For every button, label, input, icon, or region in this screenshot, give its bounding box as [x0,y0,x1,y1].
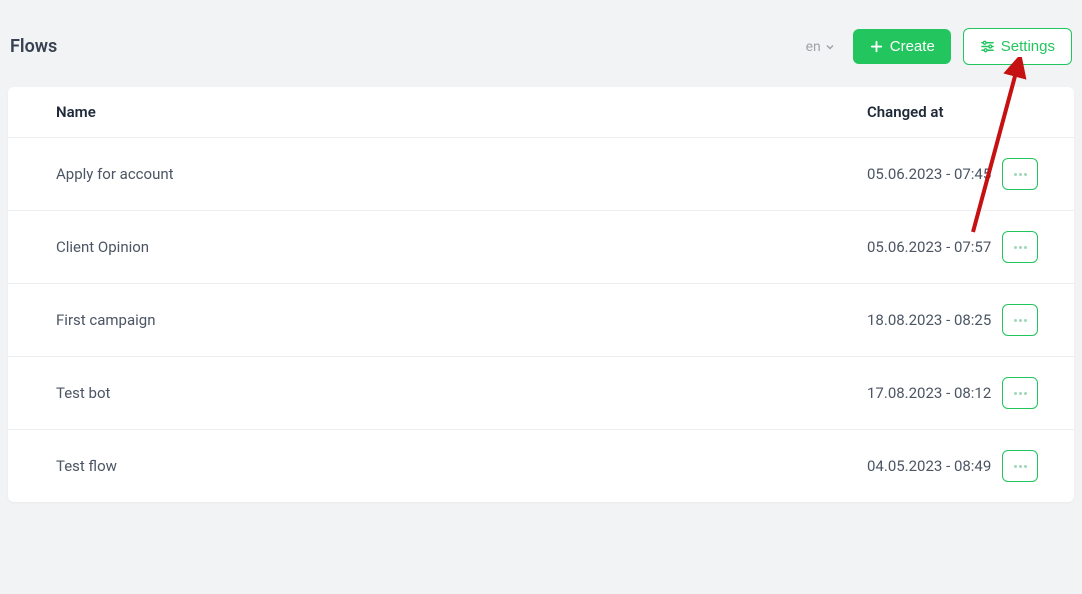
ellipsis-icon [1014,173,1027,176]
column-header-name: Name [8,103,867,121]
row-more-button[interactable] [1002,450,1038,482]
column-header-actions [1002,103,1074,121]
settings-button[interactable]: Settings [963,28,1072,65]
flows-table: Name Changed at Apply for account 05.06.… [8,87,1074,502]
row-changed-at: 05.06.2023 - 07:45 [867,164,1002,185]
page-header: Flows en Create Settings [0,0,1082,87]
row-name: Apply for account [8,165,867,183]
row-name: Client Opinion [8,238,867,256]
create-button-label: Create [890,38,935,55]
row-more-button[interactable] [1002,304,1038,336]
page-title: Flows [10,36,57,57]
settings-button-label: Settings [1001,38,1055,55]
row-changed-at: 05.06.2023 - 07:57 [867,237,1002,258]
sliders-icon [980,39,995,54]
header-actions: en Create Settings [800,28,1072,65]
row-more-button[interactable] [1002,377,1038,409]
language-label: en [806,39,821,55]
create-button[interactable]: Create [853,29,951,64]
ellipsis-icon [1014,392,1027,395]
row-changed-at: 04.05.2023 - 08:49 [867,456,1002,477]
row-name: First campaign [8,311,867,329]
table-row[interactable]: Test flow 04.05.2023 - 08:49 [8,430,1074,502]
plus-icon [869,39,884,54]
ellipsis-icon [1014,319,1027,322]
column-header-changed: Changed at [867,103,1002,121]
table-row[interactable]: Test bot 17.08.2023 - 08:12 [8,357,1074,430]
table-row[interactable]: Apply for account 05.06.2023 - 07:45 [8,138,1074,211]
row-name: Test flow [8,457,867,475]
table-row[interactable]: Client Opinion 05.06.2023 - 07:57 [8,211,1074,284]
chevron-down-icon [825,42,835,52]
ellipsis-icon [1014,465,1027,468]
language-selector[interactable]: en [800,39,841,55]
row-name: Test bot [8,384,867,402]
row-more-button[interactable] [1002,231,1038,263]
ellipsis-icon [1014,246,1027,249]
table-row[interactable]: First campaign 18.08.2023 - 08:25 [8,284,1074,357]
row-changed-at: 18.08.2023 - 08:25 [867,310,1002,331]
row-more-button[interactable] [1002,158,1038,190]
table-header: Name Changed at [8,87,1074,138]
row-changed-at: 17.08.2023 - 08:12 [867,383,1002,404]
